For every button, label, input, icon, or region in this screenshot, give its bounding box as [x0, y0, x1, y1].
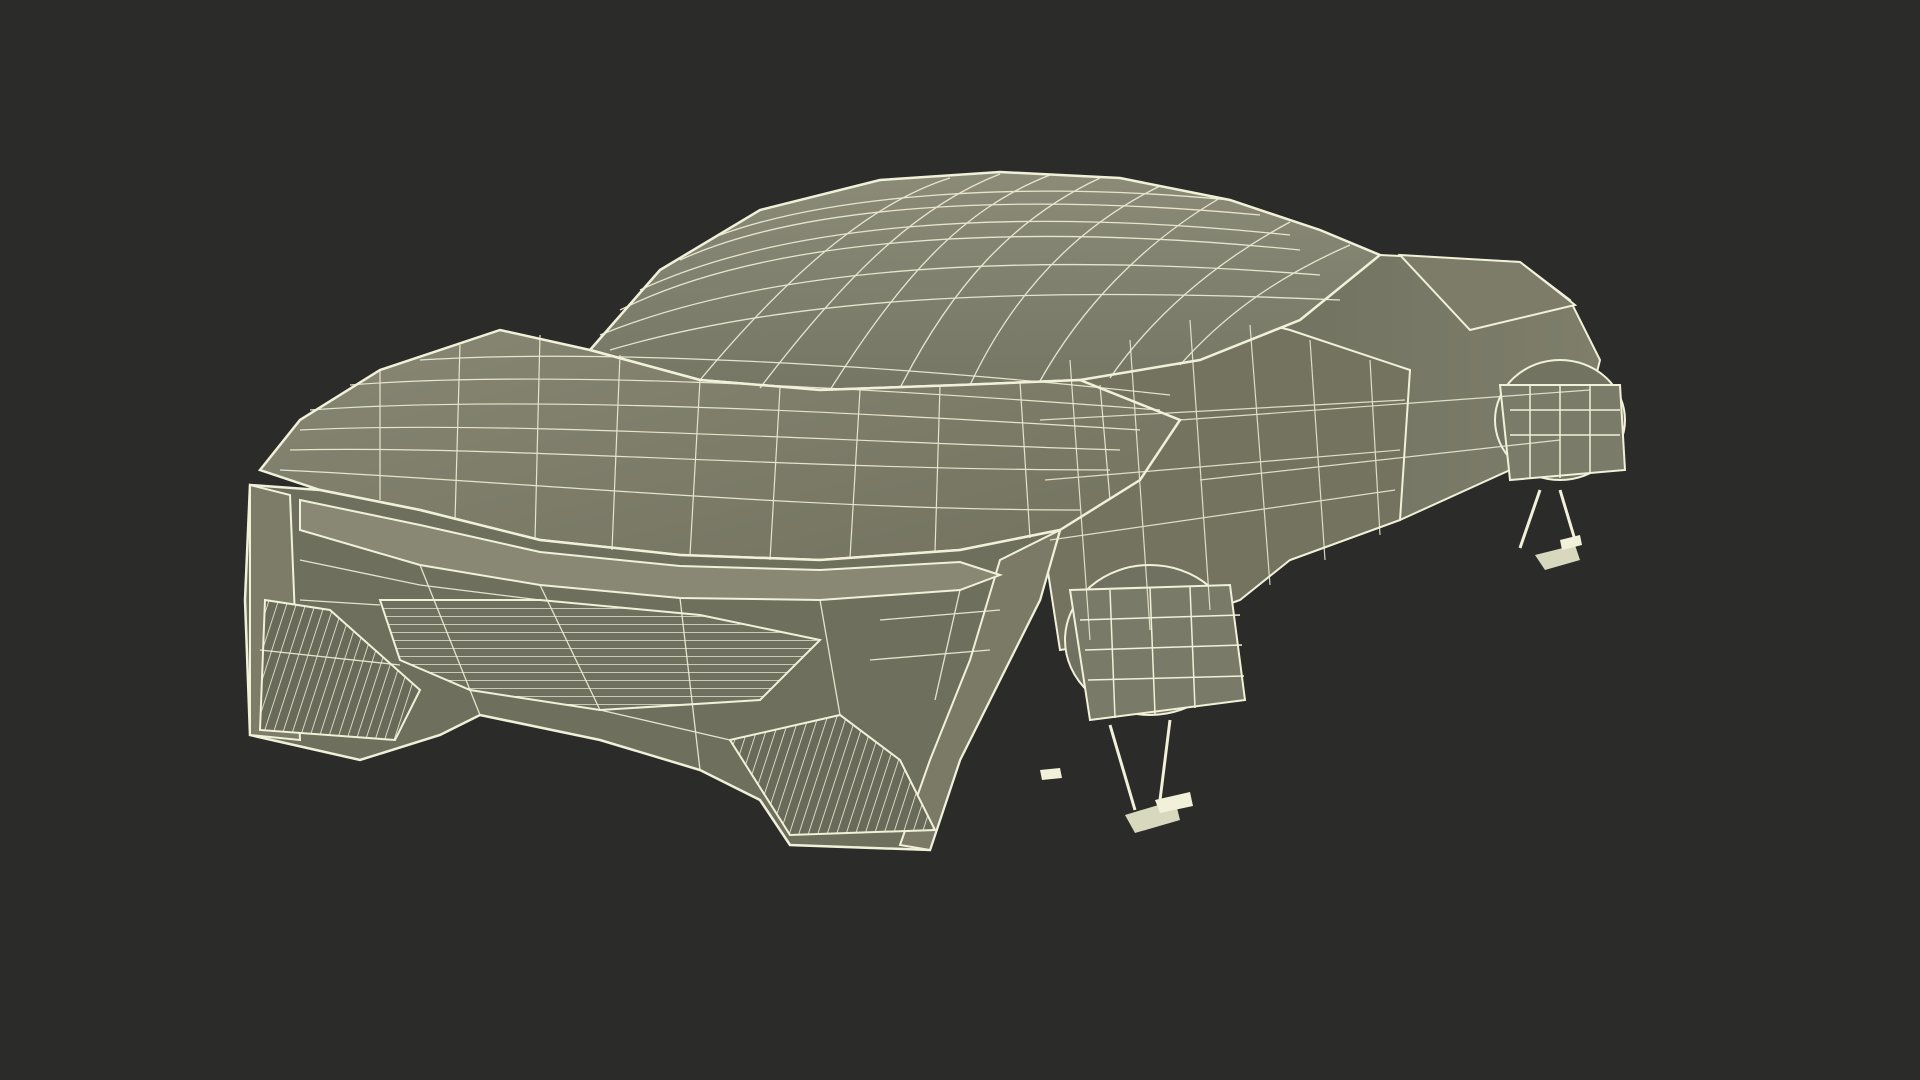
rear-hover-pod: [1494, 359, 1627, 570]
wireframe-car-render: [243, 170, 1627, 852]
viewport: [0, 0, 1920, 1080]
